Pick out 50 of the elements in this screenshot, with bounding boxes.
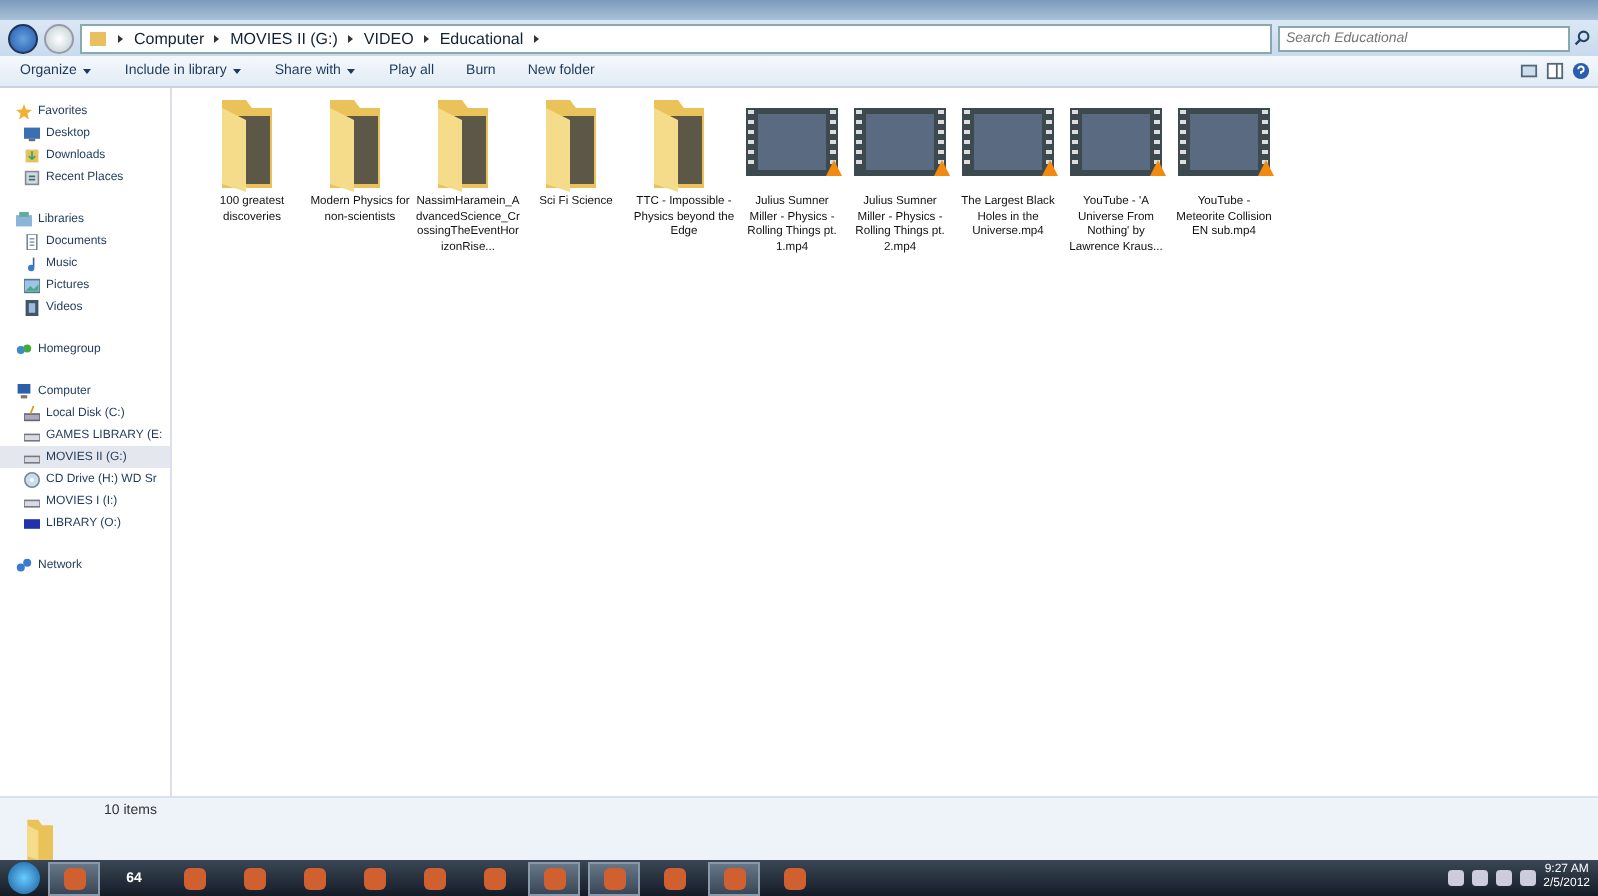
breadcrumb-item[interactable]: MOVIES II (G:) (230, 29, 338, 47)
app-icon (663, 867, 685, 889)
start-button[interactable] (8, 862, 40, 894)
breadcrumb-item[interactable]: Computer (134, 29, 205, 47)
hard-drive-icon (24, 405, 40, 421)
film-icon (24, 299, 40, 315)
back-button[interactable] (8, 23, 38, 53)
app-icon (723, 867, 745, 889)
app-icon (63, 867, 85, 889)
library-icon (16, 211, 32, 227)
star-icon (16, 103, 32, 119)
disc-icon (24, 471, 40, 487)
view-icon[interactable] (1520, 62, 1538, 80)
folder-icon (24, 147, 40, 163)
folder-icon (88, 28, 108, 48)
breadcrumb-item[interactable]: VIDEO (363, 29, 414, 47)
chevron-icon[interactable] (116, 33, 126, 43)
chevron-icon[interactable] (531, 33, 542, 43)
app-icon (423, 867, 445, 889)
app-icon (363, 867, 385, 889)
address-bar[interactable]: Computer MOVIES II (G:) VIDEO Educational (80, 23, 1272, 53)
chevron-icon[interactable] (421, 33, 432, 43)
app-icon (543, 867, 565, 889)
picture-icon (24, 277, 40, 293)
app-icon (183, 867, 205, 889)
music-note-icon (24, 255, 40, 271)
taskbar-button[interactable] (48, 861, 100, 895)
monitor-icon (24, 125, 40, 141)
caret-icon (346, 66, 357, 76)
app-icon (243, 867, 265, 889)
preview-pane-icon[interactable] (1546, 62, 1564, 80)
app-icon (783, 867, 805, 889)
taskbar-button[interactable] (588, 861, 640, 895)
help-icon[interactable] (1572, 62, 1590, 80)
app-icon (303, 867, 325, 889)
computer-icon (16, 383, 32, 399)
network-icon (16, 557, 32, 573)
taskbar-button[interactable] (708, 861, 760, 895)
list-icon (24, 169, 40, 185)
app-icon (603, 867, 625, 889)
breadcrumb-item[interactable]: Educational (439, 29, 524, 47)
document-icon (24, 233, 40, 249)
chevron-icon[interactable] (212, 33, 223, 43)
app-icon (483, 867, 505, 889)
homegroup-icon (16, 341, 32, 357)
caret-icon (232, 66, 243, 76)
search-icon[interactable] (1574, 30, 1590, 46)
taskbar-button[interactable] (528, 861, 580, 895)
chevron-icon[interactable] (345, 33, 356, 43)
caret-icon (82, 66, 93, 76)
